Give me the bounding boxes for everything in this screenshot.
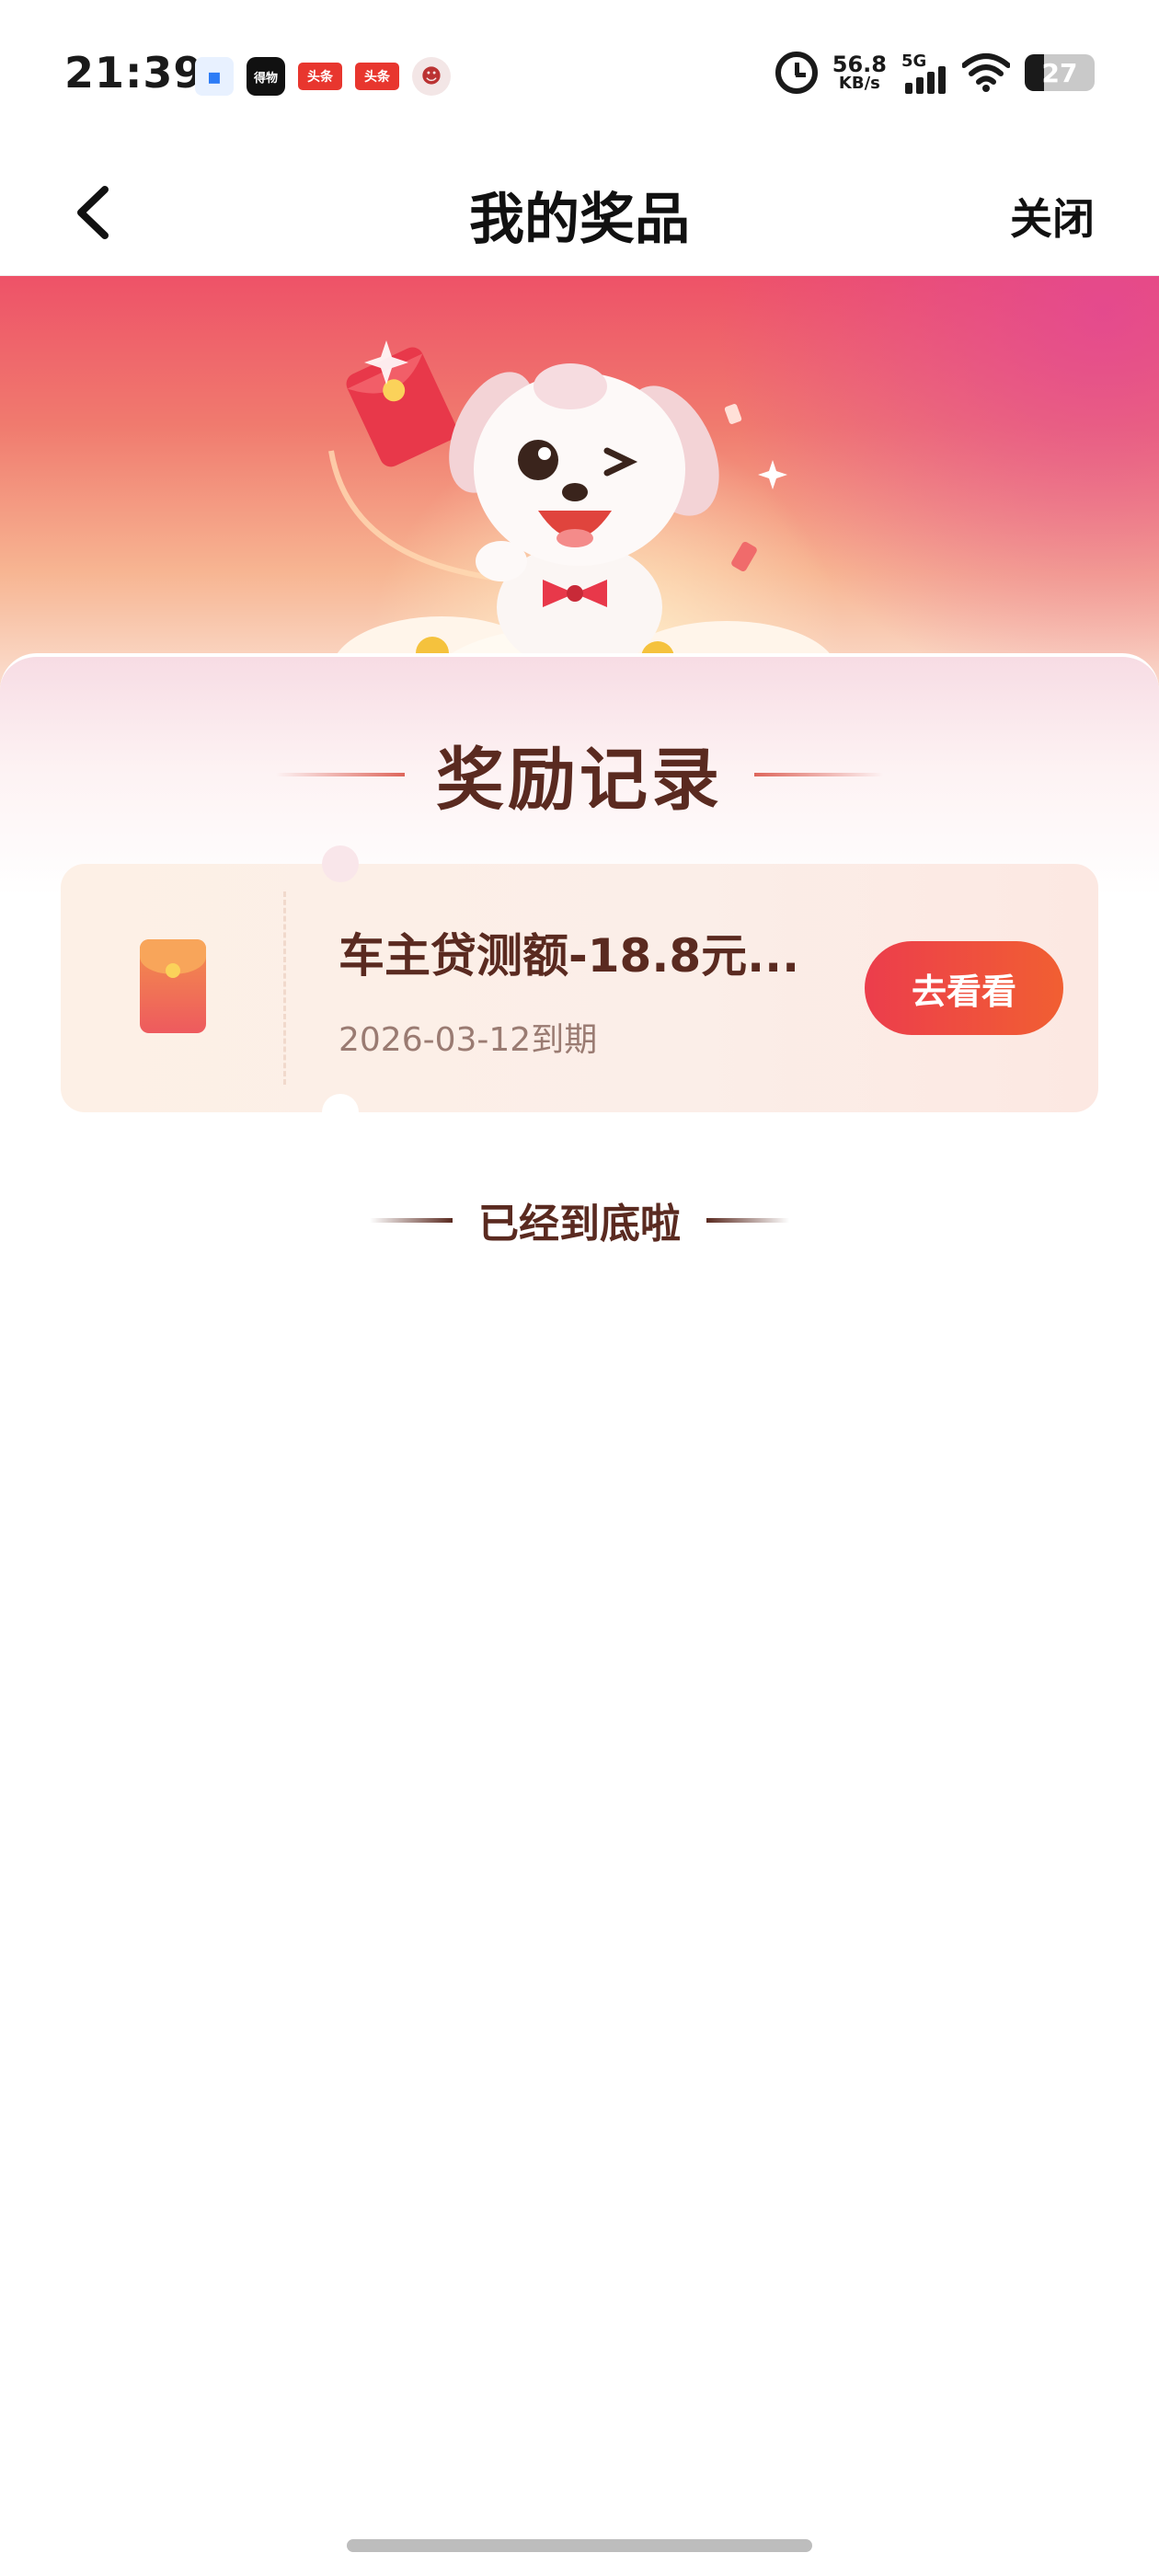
notification-icons: ▪ 得物 头条 头条 ☻ [195, 57, 451, 96]
title-divider-right [754, 772, 883, 776]
close-button[interactable]: 关闭 [1010, 186, 1095, 247]
alarm-clock-icon [775, 52, 818, 94]
section-header: 奖励记录 [0, 725, 1159, 823]
message-bubble-icon: ▪ [195, 57, 234, 96]
avatar-icon: ☻ [412, 57, 451, 96]
end-divider-right [706, 1217, 789, 1223]
network-speed: 56.8 KB/s [832, 53, 887, 92]
cellular-signal-icon: 5G [901, 52, 947, 94]
reward-name: 车主贷测额-18.8元... [339, 929, 800, 983]
battery-level: 27 [1041, 57, 1078, 88]
ticket-divider [283, 891, 286, 1085]
end-of-list-text: 已经到底啦 [478, 1201, 681, 1248]
end-of-list: 已经到底啦 [0, 1190, 1159, 1249]
reward-card: 车主贷测额-18.8元... 2026-03-12到期 去看看 [61, 845, 1098, 1131]
section-title: 奖励记录 [436, 741, 723, 820]
status-indicators: 56.8 KB/s 5G 27 [775, 52, 1095, 94]
wifi-icon [962, 53, 1010, 92]
reward-records-panel: 奖励记录 车主贷测额-18.8元... 2026-03-12到期 去看看 已经到… [0, 653, 1159, 2576]
home-indicator[interactable] [347, 2539, 812, 2552]
toutiao-app-icon: 头条 [298, 63, 342, 90]
promo-banner [0, 276, 1159, 699]
network-speed-value: 56.8 [832, 52, 887, 77]
end-divider-left [370, 1217, 453, 1223]
navigation-bar: 我的奖品 关闭 [0, 147, 1159, 276]
dewu-app-icon: 得物 [247, 57, 285, 96]
title-divider-left [276, 772, 405, 776]
page-title: 我的奖品 [469, 188, 690, 252]
status-time: 21:39 [64, 48, 204, 98]
battery-icon: 27 [1025, 54, 1095, 91]
red-envelope-icon [140, 939, 206, 1033]
ticket-notch [322, 845, 359, 882]
view-reward-button[interactable]: 去看看 [865, 941, 1063, 1035]
toutiao-app-icon: 头条 [355, 63, 399, 90]
reward-expiry-date: 2026-03-12到期 [339, 1021, 598, 1059]
status-bar: 21:39 ▪ 得物 头条 头条 ☻ 56.8 KB/s 5G 27 [0, 0, 1159, 147]
ticket-notch [322, 1094, 359, 1131]
dog-mascot-illustration [328, 340, 837, 690]
network-speed-unit: KB/s [838, 74, 880, 93]
